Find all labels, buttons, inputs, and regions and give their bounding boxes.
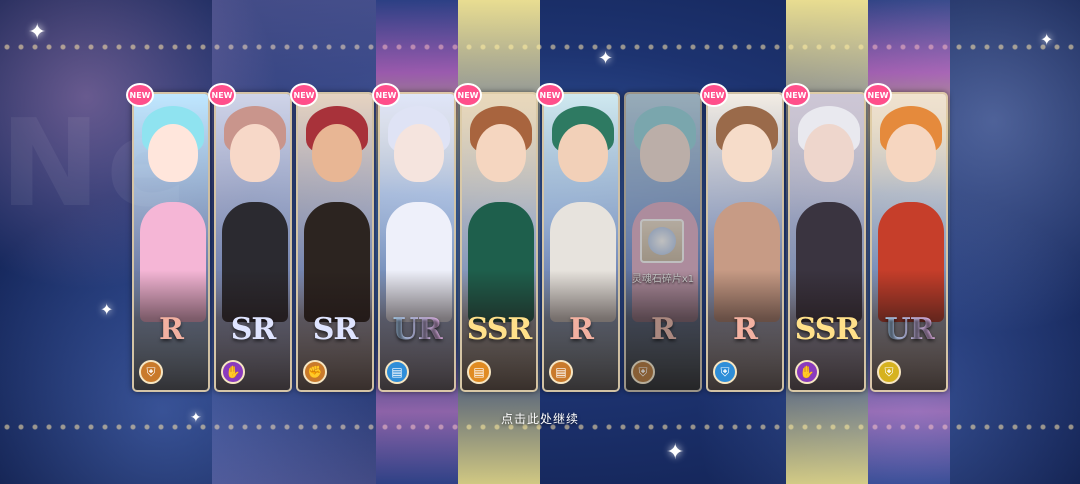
character-card[interactable]: SR ✋	[214, 92, 292, 392]
new-badge: NEW	[208, 83, 236, 107]
sparkle-icon: ✦	[1040, 30, 1054, 49]
new-badge: NEW	[536, 83, 564, 107]
duplicate-item-label: 灵魂石碎片x1	[631, 274, 695, 285]
sparkle-icon: ✦	[28, 20, 47, 45]
new-badge: NEW	[864, 83, 892, 107]
character-card[interactable]: R ⛨	[132, 92, 210, 392]
rarity-label: R	[159, 312, 184, 347]
rarity-label: SSR	[794, 312, 861, 347]
rarity-label: SR	[312, 312, 359, 347]
rarity-label: SSR	[466, 312, 533, 347]
duplicate-item-icon	[640, 219, 684, 263]
new-badge: NEW	[782, 83, 810, 107]
character-card[interactable]: SSR ✋	[788, 92, 866, 392]
book-icon: ▤	[467, 360, 491, 384]
sparkle-icon: ✦	[100, 300, 114, 319]
hand-icon: ✋	[795, 360, 819, 384]
character-card[interactable]: SSR ▤	[460, 92, 538, 392]
continue-hint[interactable]: 点击此处继续	[0, 410, 1080, 427]
new-badge: NEW	[290, 83, 318, 107]
new-badge: NEW	[700, 83, 728, 107]
new-badge: NEW	[454, 83, 482, 107]
new-badge: NEW	[372, 83, 400, 107]
rarity-label: R	[651, 312, 676, 347]
character-card[interactable]: UR ▤	[378, 92, 456, 392]
rarity-label: SR	[230, 312, 277, 347]
shield-icon: ⛨	[713, 360, 737, 384]
book-icon: ▤	[385, 360, 409, 384]
hand-icon: ✋	[221, 360, 245, 384]
rarity-label: R	[569, 312, 594, 347]
character-card[interactable]: UR ⛨	[870, 92, 948, 392]
fist-icon: ✊	[303, 360, 327, 384]
rarity-label: R	[733, 312, 758, 347]
rarity-label: UR	[380, 312, 454, 347]
sparkle-icon: ✦	[666, 440, 685, 465]
rarity-label: UR	[872, 312, 946, 347]
character-card[interactable]: 灵魂石碎片x1 R ⛨	[624, 92, 702, 392]
book-icon: ▤	[549, 360, 573, 384]
shield-icon: ⛨	[877, 360, 901, 384]
sparkle-icon: ✦	[598, 48, 614, 69]
shield-icon: ⛨	[631, 360, 655, 384]
new-badge: NEW	[126, 83, 154, 107]
character-card[interactable]: SR ✊	[296, 92, 374, 392]
shield-icon: ⛨	[139, 360, 163, 384]
character-card[interactable]: R ⛨	[706, 92, 784, 392]
character-card[interactable]: R ▤	[542, 92, 620, 392]
